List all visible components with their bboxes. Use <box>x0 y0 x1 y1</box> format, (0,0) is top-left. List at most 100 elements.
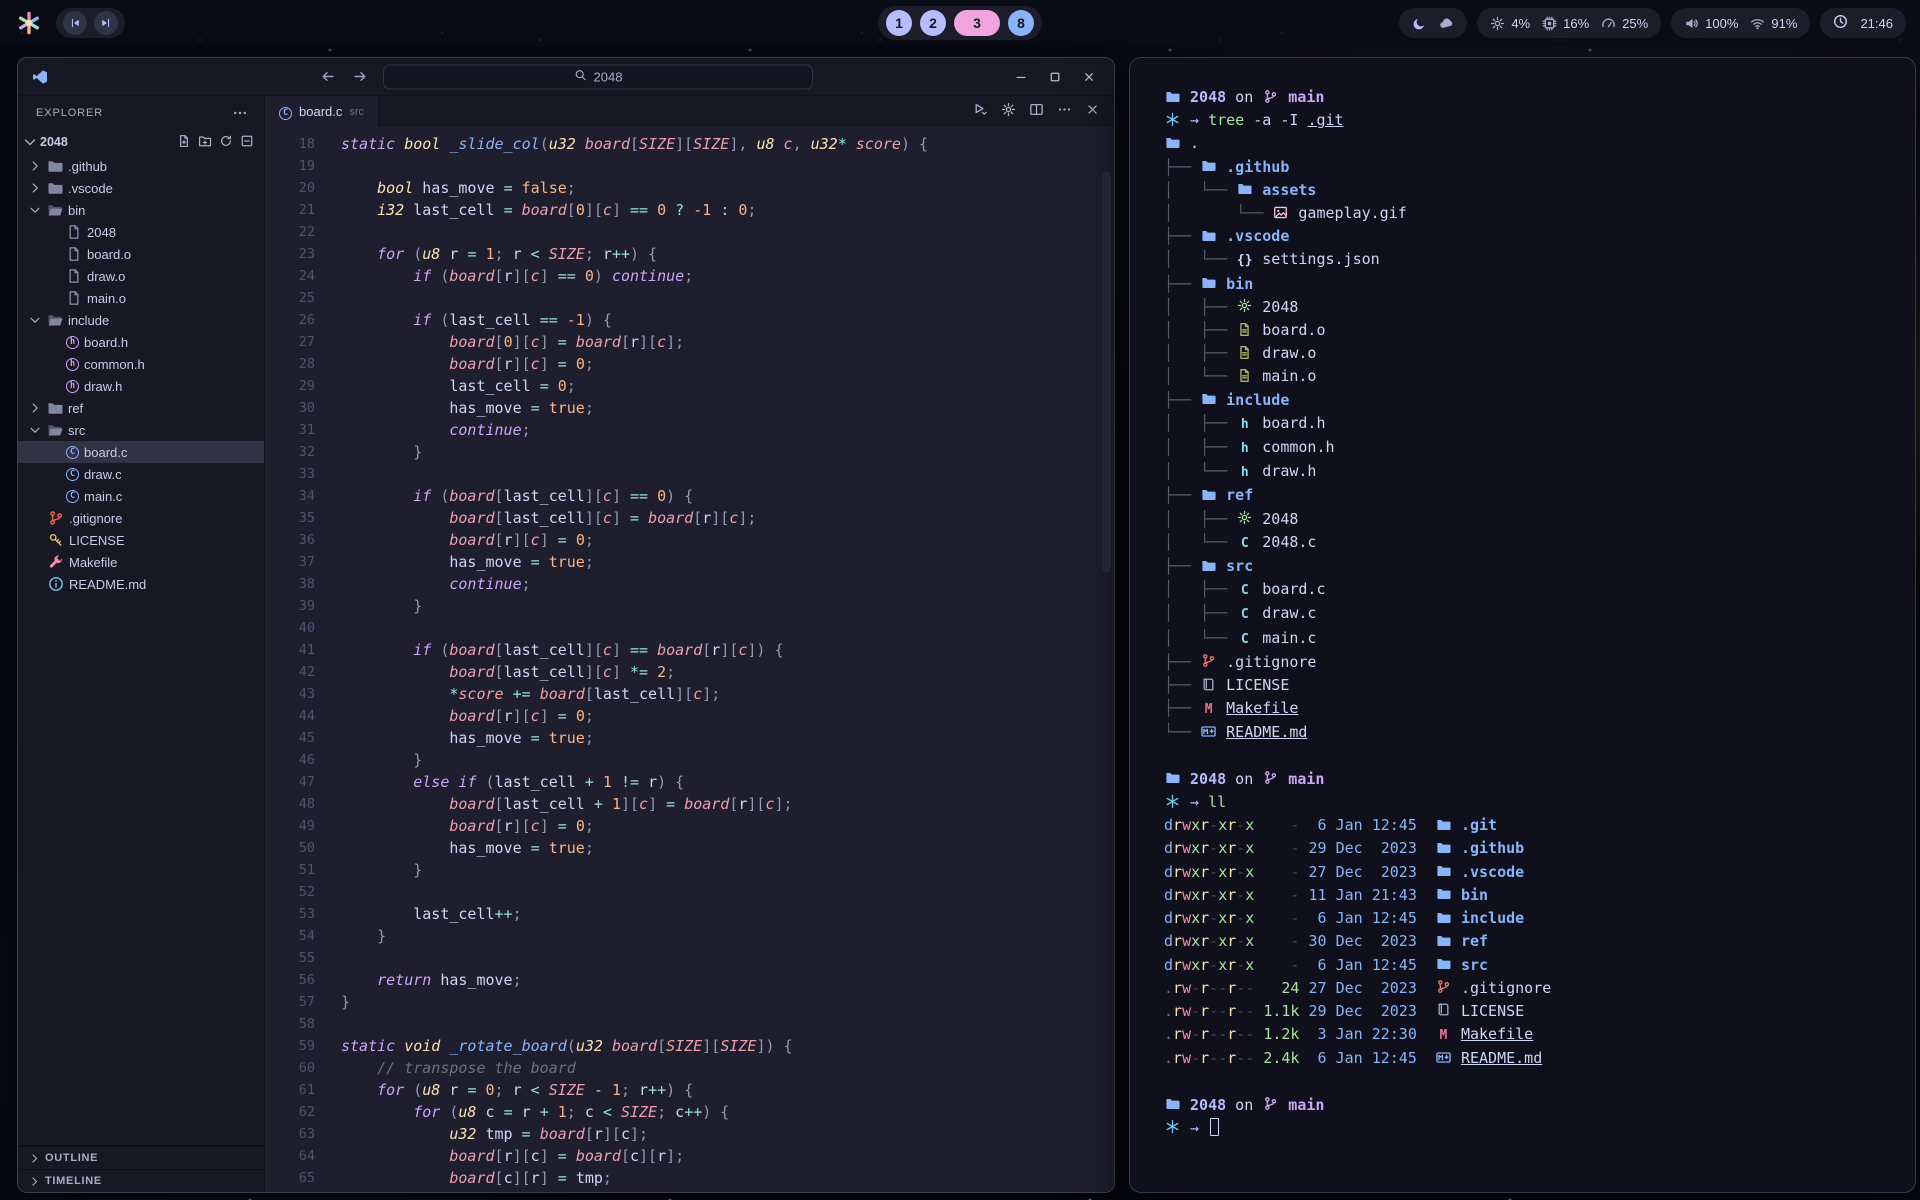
code-line[interactable] <box>341 881 1114 903</box>
explorer-item-main.o[interactable]: main.o <box>18 287 264 309</box>
explorer-item-main.c[interactable]: Cmain.c <box>18 485 264 507</box>
close-button[interactable] <box>1076 64 1102 90</box>
explorer-item-src[interactable]: src <box>18 419 264 441</box>
explorer-more-actions-button[interactable] <box>232 105 248 121</box>
line-number[interactable]: 36 <box>265 529 315 551</box>
line-number[interactable]: 44 <box>265 705 315 727</box>
code-line[interactable] <box>341 221 1114 243</box>
workspace-8[interactable]: 8 <box>1008 10 1034 36</box>
line-number[interactable]: 33 <box>265 463 315 485</box>
code-line[interactable] <box>341 947 1114 969</box>
line-number[interactable]: 51 <box>265 859 315 881</box>
editor-action-close-x[interactable] <box>1085 102 1100 122</box>
code-line[interactable]: for (u8 c = r + 1; c < SIZE; c++) { <box>341 1101 1114 1123</box>
media-previous-button[interactable] <box>63 11 87 35</box>
line-number[interactable]: 32 <box>265 441 315 463</box>
explorer-item-.github[interactable]: .github <box>18 155 264 177</box>
code-line[interactable]: i32 last_cell = board[0][c] == 0 ? -1 : … <box>341 199 1114 221</box>
line-number[interactable]: 50 <box>265 837 315 859</box>
explorer-item-board.o[interactable]: board.o <box>18 243 264 265</box>
line-number[interactable]: 42 <box>265 661 315 683</box>
line-number[interactable]: 45 <box>265 727 315 749</box>
line-number[interactable]: 29 <box>265 375 315 397</box>
line-number[interactable]: 22 <box>265 221 315 243</box>
code-line[interactable]: board[last_cell][c] *= 2; <box>341 661 1114 683</box>
terminal-window[interactable]: 2048 on main → tree -a -I .git .├── .git… <box>1129 57 1916 1193</box>
code-line[interactable]: else if (last_cell + 1 != r) { <box>341 771 1114 793</box>
code-line[interactable]: board[r][c] = 0; <box>341 815 1114 837</box>
code-line[interactable]: last_cell = 0; <box>341 375 1114 397</box>
maximize-button[interactable] <box>1042 64 1068 90</box>
line-number[interactable]: 27 <box>265 331 315 353</box>
explorer-item-2048[interactable]: 2048 <box>18 221 264 243</box>
code-line[interactable]: } <box>341 441 1114 463</box>
collapse-all-button[interactable] <box>240 134 254 151</box>
explorer-item-.vscode[interactable]: .vscode <box>18 177 264 199</box>
code-line[interactable]: if (last_cell == -1) { <box>341 309 1114 331</box>
line-number[interactable]: 18 <box>265 133 315 155</box>
line-number[interactable]: 60 <box>265 1057 315 1079</box>
code-line[interactable]: } <box>341 925 1114 947</box>
code-line[interactable]: return has_move; <box>341 969 1114 991</box>
code-line[interactable]: *score += board[last_cell][c]; <box>341 683 1114 705</box>
explorer-item-README.md[interactable]: README.md <box>18 573 264 595</box>
code-line[interactable]: board[last_cell + 1][c] = board[r][c]; <box>341 793 1114 815</box>
line-number[interactable]: 47 <box>265 771 315 793</box>
workspace-1[interactable]: 1 <box>886 10 912 36</box>
line-number[interactable]: 56 <box>265 969 315 991</box>
line-number[interactable]: 48 <box>265 793 315 815</box>
line-number[interactable]: 34 <box>265 485 315 507</box>
code-line[interactable]: if (board[last_cell][c] == board[r][c]) … <box>341 639 1114 661</box>
explorer-item-ref[interactable]: ref <box>18 397 264 419</box>
code-line[interactable] <box>341 155 1114 177</box>
code-line[interactable]: board[r][c] = 0; <box>341 353 1114 375</box>
code-line[interactable]: u32 tmp = board[r][c]; <box>341 1123 1114 1145</box>
code-editor[interactable]: 1819202122232425262728293031323334353637… <box>265 127 1114 1192</box>
code-line[interactable]: // transpose the board <box>341 1057 1114 1079</box>
editor-action-split[interactable] <box>1029 102 1044 122</box>
line-number[interactable]: 63 <box>265 1123 315 1145</box>
navigate-forward-button[interactable] <box>351 68 369 86</box>
line-number[interactable]: 25 <box>265 287 315 309</box>
line-number[interactable]: 43 <box>265 683 315 705</box>
line-number[interactable]: 28 <box>265 353 315 375</box>
line-number[interactable]: 37 <box>265 551 315 573</box>
explorer-item-LICENSE[interactable]: LICENSE <box>18 529 264 551</box>
code-line[interactable]: board[last_cell][c] = board[r][c]; <box>341 507 1114 529</box>
code-line[interactable]: } <box>341 749 1114 771</box>
new-folder-button[interactable] <box>198 134 212 151</box>
code-line[interactable] <box>341 1013 1114 1035</box>
code-line[interactable]: continue; <box>341 419 1114 441</box>
line-number[interactable]: 38 <box>265 573 315 595</box>
navigate-back-button[interactable] <box>319 68 337 86</box>
line-number[interactable]: 40 <box>265 617 315 639</box>
new-file-button[interactable] <box>177 134 191 151</box>
line-number[interactable]: 58 <box>265 1013 315 1035</box>
explorer-item-board.h[interactable]: hboard.h <box>18 331 264 353</box>
explorer-item-draw.c[interactable]: Cdraw.c <box>18 463 264 485</box>
outline-panel-header[interactable]: OUTLINE <box>18 1146 264 1169</box>
line-number[interactable]: 53 <box>265 903 315 925</box>
code-line[interactable]: for (u8 r = 0; r < SIZE - 1; r++) { <box>341 1079 1114 1101</box>
refresh-button[interactable] <box>219 134 233 151</box>
line-number[interactable]: 30 <box>265 397 315 419</box>
explorer-item-draw.h[interactable]: hdraw.h <box>18 375 264 397</box>
code-line[interactable]: board[r][c] = 0; <box>341 705 1114 727</box>
line-number[interactable]: 62 <box>265 1101 315 1123</box>
line-number[interactable]: 35 <box>265 507 315 529</box>
media-next-button[interactable] <box>94 11 118 35</box>
code-line[interactable]: } <box>341 595 1114 617</box>
line-number[interactable]: 59 <box>265 1035 315 1057</box>
code-line[interactable]: static void _rotate_board(u32 board[SIZE… <box>341 1035 1114 1057</box>
line-number[interactable]: 54 <box>265 925 315 947</box>
editor-scrollbar[interactable] <box>1102 172 1111 572</box>
code-line[interactable]: has_move = true; <box>341 837 1114 859</box>
line-number[interactable]: 55 <box>265 947 315 969</box>
line-number[interactable]: 20 <box>265 177 315 199</box>
workspace-2[interactable]: 2 <box>920 10 946 36</box>
line-number[interactable]: 31 <box>265 419 315 441</box>
code-line[interactable] <box>341 617 1114 639</box>
workspace-3[interactable]: 3 <box>954 10 1000 36</box>
code-line[interactable]: last_cell++; <box>341 903 1114 925</box>
line-number[interactable]: 57 <box>265 991 315 1013</box>
